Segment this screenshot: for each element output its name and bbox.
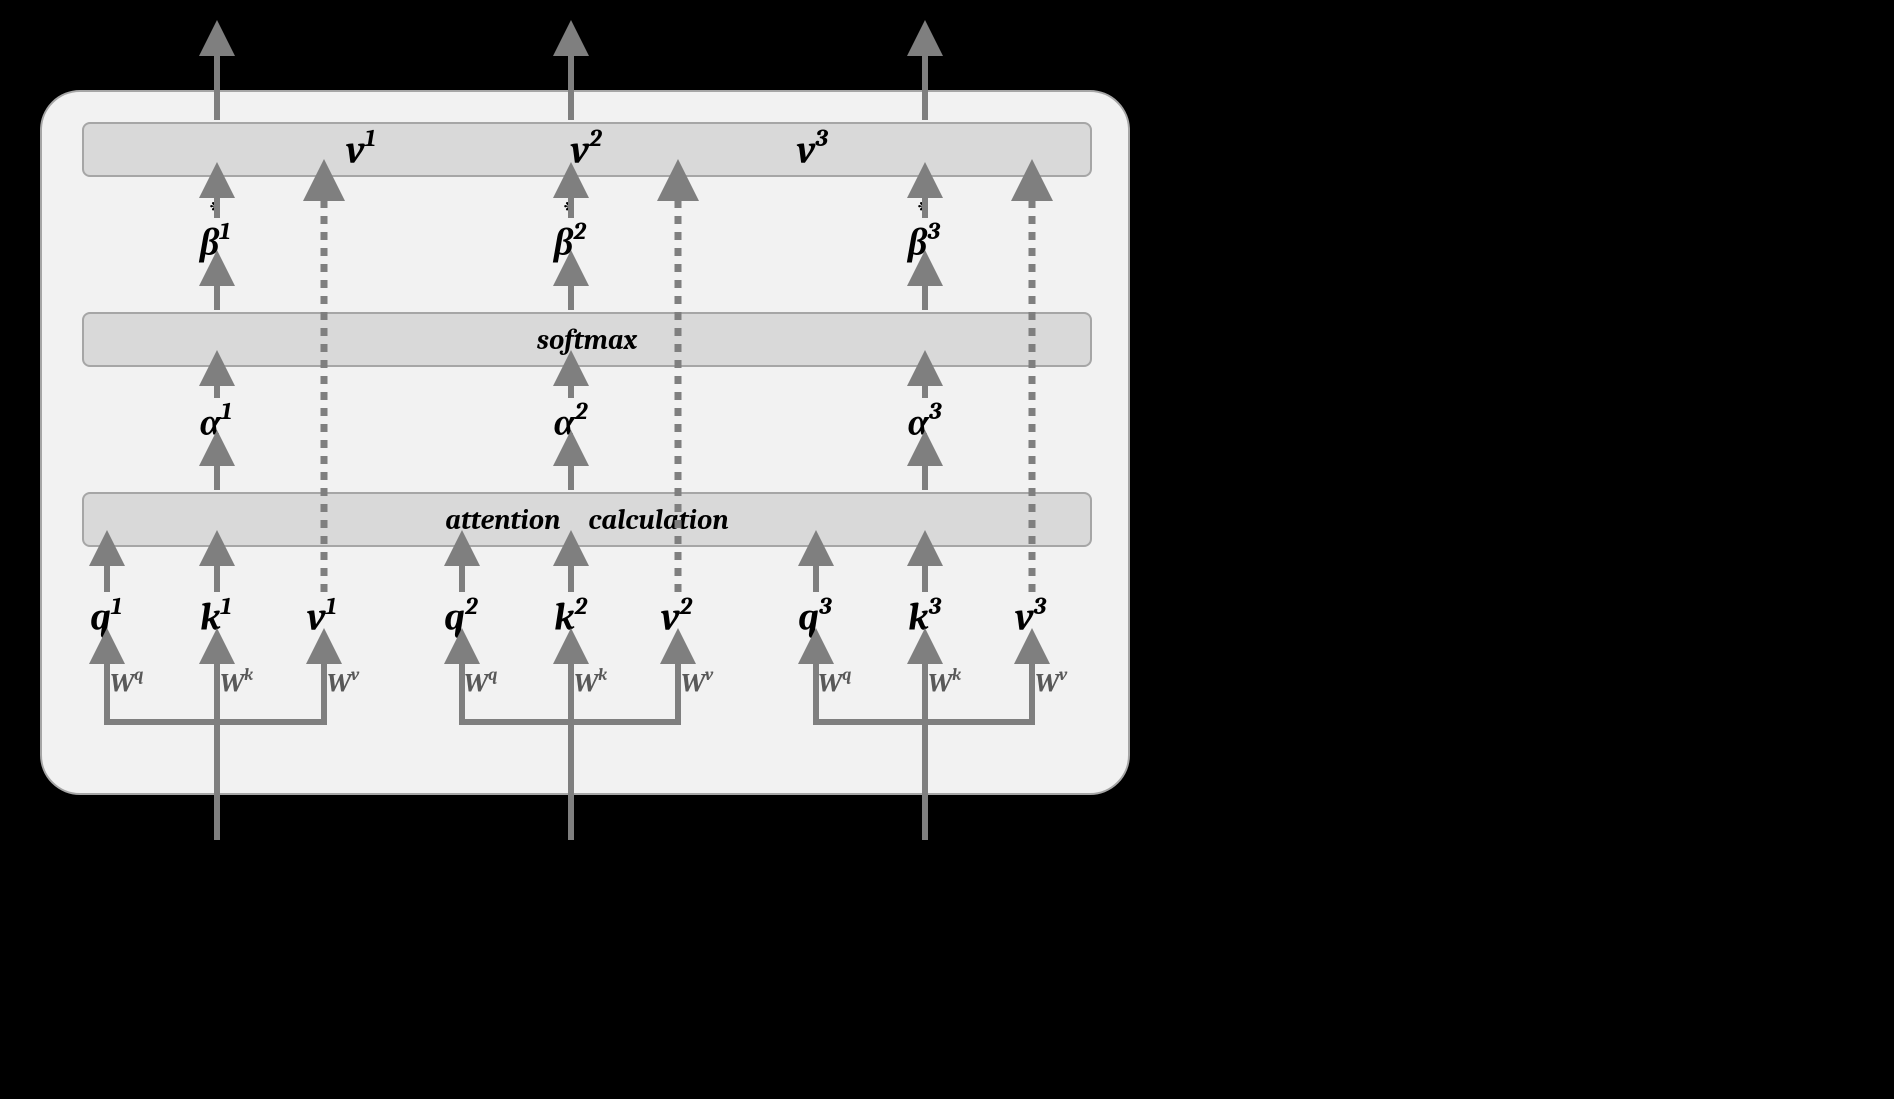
Wv3-label: Wv xyxy=(1035,670,1067,697)
beta2-label: β2 xyxy=(554,222,586,262)
attention-diagram-container: v1 v2 v3 softmax attention calculation *… xyxy=(40,90,1130,795)
Wk2-label: Wk xyxy=(574,670,607,697)
k3-label: k3 xyxy=(908,597,941,637)
Wk1-label: Wk xyxy=(220,670,253,697)
softmax-label: softmax xyxy=(537,324,637,356)
Wk3-label: Wk xyxy=(928,670,961,697)
output-v2-label: v2 xyxy=(571,130,602,170)
q1-label: q1 xyxy=(90,597,122,637)
alpha3-label: α3 xyxy=(908,402,942,442)
k1-label: k1 xyxy=(200,597,231,637)
Wq2-label: Wq xyxy=(464,670,497,697)
v1-label: v1 xyxy=(307,597,337,637)
Wq3-label: Wq xyxy=(818,670,851,697)
attention-label: attention calculation xyxy=(445,504,728,536)
beta3-label: β3 xyxy=(908,222,940,262)
v3-label: v3 xyxy=(1015,597,1046,637)
q3-label: q3 xyxy=(798,597,832,637)
Wq1-label: Wq xyxy=(110,670,143,697)
attention-calculation-box: attention calculation xyxy=(82,492,1092,547)
softmax-box: softmax xyxy=(82,312,1092,367)
v2-label: v2 xyxy=(661,597,692,637)
Wv2-label: Wv xyxy=(681,670,713,697)
output-v1-label: v1 xyxy=(346,130,376,170)
q2-label: q2 xyxy=(444,597,478,637)
k2-label: k2 xyxy=(554,597,587,637)
beta1-label: β1 xyxy=(200,222,230,262)
alpha1-label: α1 xyxy=(200,402,232,442)
output-value-box: v1 v2 v3 xyxy=(82,122,1092,177)
Wv1-label: Wv xyxy=(327,670,359,697)
output-v3-label: v3 xyxy=(797,130,828,170)
alpha2-label: α2 xyxy=(554,402,588,442)
